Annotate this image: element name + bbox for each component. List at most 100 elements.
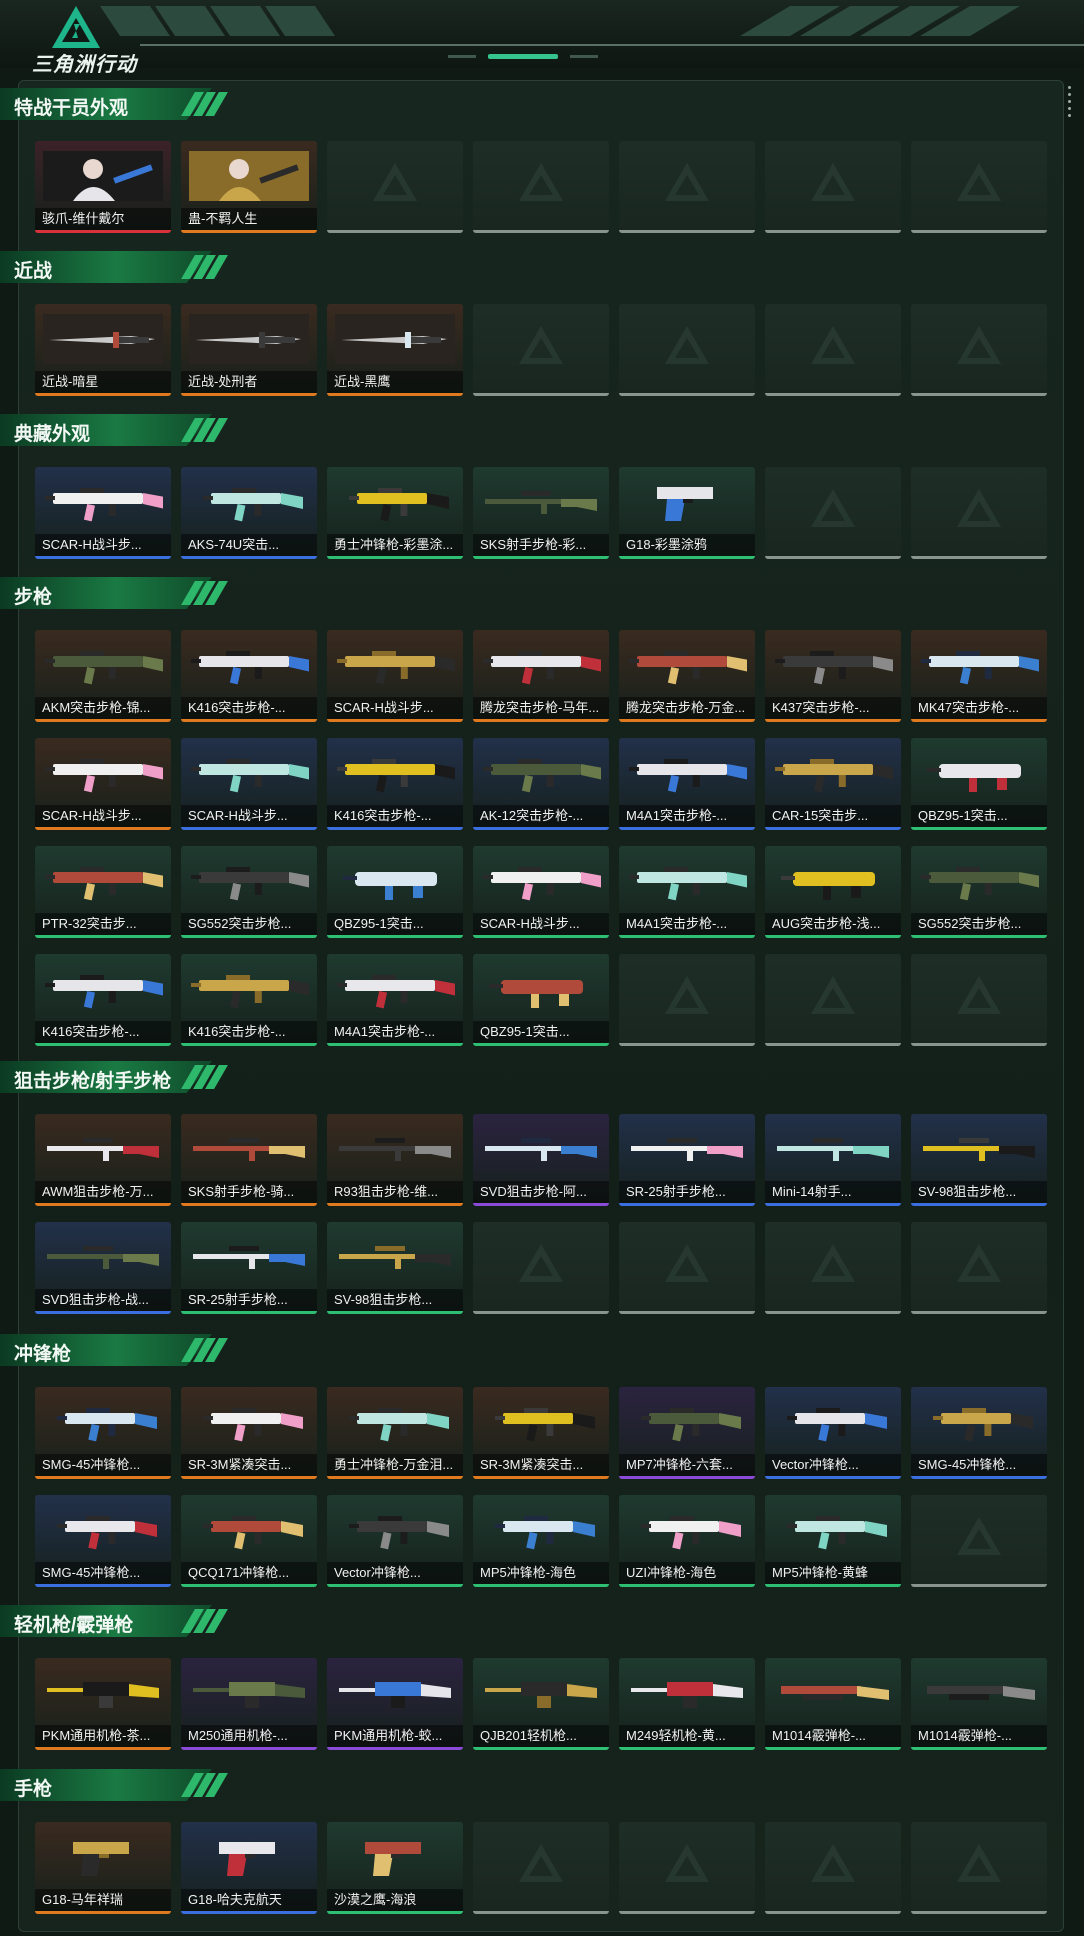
skin-card[interactable]: K416突击步枪-...: [181, 630, 317, 722]
skin-name: 勇士冲锋枪-彩墨涂...: [334, 537, 454, 552]
skin-card[interactable]: SG552突击步枪...: [181, 846, 317, 938]
weapon-icon: [483, 651, 601, 685]
skin-card[interactable]: MP5冲锋枪-海色: [473, 1495, 609, 1587]
skin-card[interactable]: QBZ95-1突击...: [911, 738, 1047, 830]
weapon-icon: [787, 1408, 887, 1442]
skin-card[interactable]: AKS-74U突击...: [181, 467, 317, 559]
skin-card[interactable]: G18-马年祥瑞: [35, 1822, 171, 1914]
skin-card[interactable]: SCAR-H战斗步...: [181, 738, 317, 830]
skin-card[interactable]: K416突击步枪-...: [181, 954, 317, 1046]
skin-card[interactable]: QJB201轻机枪...: [473, 1658, 609, 1750]
skin-card[interactable]: PKM通用机枪-茶...: [35, 1658, 171, 1750]
page-indicator-active[interactable]: [488, 54, 558, 59]
page-indicator[interactable]: [570, 55, 598, 58]
rarity-bar: [35, 1911, 171, 1914]
empty-skin-slot: [473, 1822, 609, 1914]
skin-card[interactable]: M4A1突击步枪-...: [619, 846, 755, 938]
skin-card[interactable]: M4A1突击步枪-...: [619, 738, 755, 830]
skin-card[interactable]: QBZ95-1突击...: [473, 954, 609, 1046]
skin-card[interactable]: M1014霰弹枪-...: [911, 1658, 1047, 1750]
skin-card[interactable]: SVD狙击步枪-阿...: [473, 1114, 609, 1206]
skin-name: SMG-45冲锋枪...: [42, 1457, 141, 1472]
skin-card[interactable]: QCQ171冲锋枪...: [181, 1495, 317, 1587]
skin-card[interactable]: UZI冲锋枪-海色: [619, 1495, 755, 1587]
skin-name: PKM通用机枪-蛟...: [334, 1728, 443, 1743]
operator-portrait-icon: [189, 151, 309, 201]
skin-card[interactable]: MP5冲锋枪-黄蜂: [765, 1495, 901, 1587]
skin-card[interactable]: SKS射手步枪-骑...: [181, 1114, 317, 1206]
skin-card[interactable]: SG552突击步枪...: [911, 846, 1047, 938]
rarity-bar: [181, 1203, 317, 1206]
skin-card[interactable]: SR-3M紧凑突击...: [181, 1387, 317, 1479]
skin-card[interactable]: Mini-14射手...: [765, 1114, 901, 1206]
skin-card[interactable]: SR-3M紧凑突击...: [473, 1387, 609, 1479]
skin-name: 近战-暗星: [42, 374, 99, 389]
section-header: 轻机枪/霰弹枪: [0, 1605, 236, 1637]
skin-card[interactable]: Vector冲锋枪...: [327, 1495, 463, 1587]
skin-card[interactable]: R93狙击步枪-维...: [327, 1114, 463, 1206]
section-header: 狙击步枪/射手步枪: [0, 1061, 236, 1093]
skin-card[interactable]: SR-25射手步枪...: [619, 1114, 755, 1206]
weapon-icon: [641, 1408, 741, 1442]
more-menu-icon[interactable]: [1068, 86, 1072, 126]
skin-card[interactable]: 近战-处刑者: [181, 304, 317, 396]
skin-card[interactable]: AK-12突击步枪-...: [473, 738, 609, 830]
skin-card[interactable]: SV-98狙击步枪...: [327, 1222, 463, 1314]
skin-card[interactable]: 腾龙突击步枪-万金...: [619, 630, 755, 722]
skin-card[interactable]: M4A1突击步枪-...: [327, 954, 463, 1046]
skin-card[interactable]: CAR-15突击步...: [765, 738, 901, 830]
skin-name: QBZ95-1突击...: [918, 808, 1008, 823]
weapon-icon: [57, 1516, 157, 1550]
skin-card[interactable]: SMG-45冲锋枪...: [35, 1387, 171, 1479]
skin-card[interactable]: K437突击步枪-...: [765, 630, 901, 722]
skin-card[interactable]: G18-哈夫克航天: [181, 1822, 317, 1914]
skin-card[interactable]: 勇士冲锋枪-万金泪...: [327, 1387, 463, 1479]
rarity-bar: [619, 935, 755, 938]
skin-card[interactable]: SMG-45冲锋枪...: [35, 1495, 171, 1587]
skin-card[interactable]: G18-彩墨涂鸦: [619, 467, 755, 559]
skin-card[interactable]: MK47突击步枪-...: [911, 630, 1047, 722]
skin-card[interactable]: 蛊-不羁人生: [181, 141, 317, 233]
skin-card[interactable]: 近战-暗星: [35, 304, 171, 396]
skin-card[interactable]: QBZ95-1突击...: [327, 846, 463, 938]
skin-card[interactable]: 近战-黑鹰: [327, 304, 463, 396]
skin-card[interactable]: Vector冲锋枪...: [765, 1387, 901, 1479]
skin-card[interactable]: SR-25射手步枪...: [181, 1222, 317, 1314]
skin-name: SR-3M紧凑突击...: [480, 1457, 584, 1472]
skin-card[interactable]: AUG突击步枪-浅...: [765, 846, 901, 938]
rarity-bar: [473, 935, 609, 938]
skin-name: AK-12突击步枪-...: [480, 808, 584, 823]
skin-card[interactable]: SVD狙击步枪-战...: [35, 1222, 171, 1314]
rarity-bar: [765, 1203, 901, 1206]
skin-card[interactable]: M250通用机枪-...: [181, 1658, 317, 1750]
skin-name: SKS射手步枪-骑...: [188, 1184, 295, 1199]
skin-card[interactable]: SCAR-H战斗步...: [35, 467, 171, 559]
skin-card[interactable]: SCAR-H战斗步...: [35, 738, 171, 830]
skin-card[interactable]: 勇士冲锋枪-彩墨涂...: [327, 467, 463, 559]
skin-card[interactable]: MP7冲锋枪-六套...: [619, 1387, 755, 1479]
skin-card[interactable]: PTR-32突击步...: [35, 846, 171, 938]
skin-card[interactable]: 腾龙突击步枪-马年...: [473, 630, 609, 722]
skin-card[interactable]: 骇爪-维什戴尔: [35, 141, 171, 233]
skin-card[interactable]: AKM突击步枪-锦...: [35, 630, 171, 722]
skin-card[interactable]: AWM狙击步枪-万...: [35, 1114, 171, 1206]
page-indicator[interactable]: [448, 55, 476, 58]
skin-card[interactable]: SV-98狙击步枪...: [911, 1114, 1047, 1206]
skin-name: SCAR-H战斗步...: [480, 916, 580, 931]
skin-card[interactable]: SCAR-H战斗步...: [327, 630, 463, 722]
skin-card[interactable]: M1014霰弹枪-...: [765, 1658, 901, 1750]
empty-slot-icon: [665, 1244, 709, 1282]
skin-card[interactable]: PKM通用机枪-蛟...: [327, 1658, 463, 1750]
skin-card[interactable]: SMG-45冲锋枪...: [911, 1387, 1047, 1479]
empty-slot-icon: [811, 489, 855, 527]
skin-card[interactable]: SCAR-H战斗步...: [473, 846, 609, 938]
skin-card[interactable]: 沙漠之鹰-海浪: [327, 1822, 463, 1914]
rarity-bar: [181, 556, 317, 559]
skin-name: G18-哈夫克航天: [188, 1892, 282, 1907]
weapon-icon: [191, 651, 309, 685]
skin-card[interactable]: K416突击步枪-...: [35, 954, 171, 1046]
skin-card[interactable]: SKS射手步枪-彩...: [473, 467, 609, 559]
skin-card[interactable]: M249轻机枪-黄...: [619, 1658, 755, 1750]
skin-name: Mini-14射手...: [772, 1184, 852, 1199]
skin-card[interactable]: K416突击步枪-...: [327, 738, 463, 830]
